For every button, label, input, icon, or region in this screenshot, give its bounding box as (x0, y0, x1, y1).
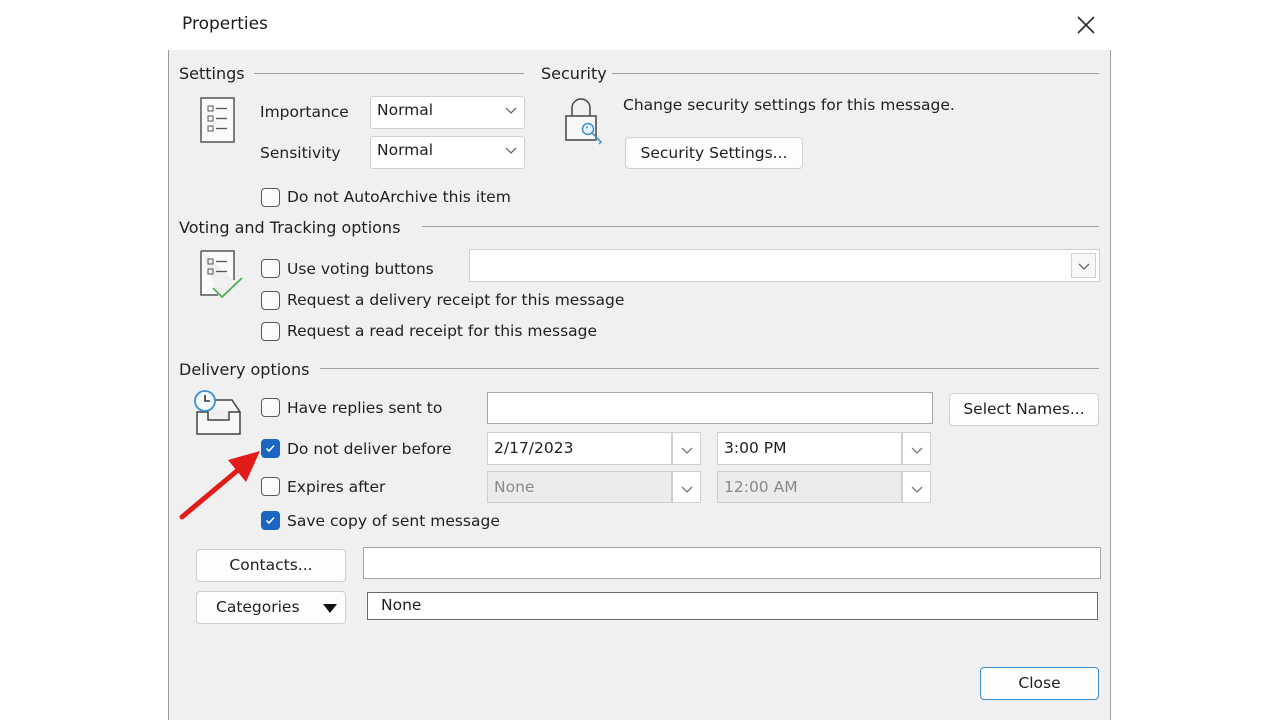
delivery-divider (320, 368, 1099, 369)
settings-divider (254, 73, 524, 74)
delivery-heading: Delivery options (179, 360, 310, 379)
expires-date-input[interactable]: None (487, 471, 672, 503)
use-voting-label: Use voting buttons (287, 260, 434, 278)
security-divider (612, 73, 1099, 74)
importance-label: Importance (260, 103, 349, 121)
voting-divider (422, 226, 1099, 227)
dialog-title: Properties (182, 14, 268, 34)
red-arrow-annotation (176, 448, 266, 527)
expires-label: Expires after (287, 478, 386, 496)
categories-label: Categories (216, 598, 300, 616)
replies-input[interactable] (487, 392, 933, 424)
deliver-before-date-value: 2/17/2023 (494, 439, 574, 457)
replies-label: Have replies sent to (287, 399, 443, 417)
close-button[interactable]: Close (980, 667, 1099, 700)
chevron-down-icon (681, 486, 693, 493)
deliver-before-label: Do not deliver before (287, 440, 452, 458)
expires-time-input[interactable]: 12:00 AM (717, 471, 902, 503)
sensitivity-label: Sensitivity (260, 144, 341, 162)
security-heading: Security (541, 64, 607, 83)
chevron-down-icon (681, 447, 693, 454)
read-receipt-label: Request a read receipt for this message (287, 322, 598, 340)
deliver-before-date-dropdown[interactable] (672, 432, 701, 465)
deliver-before-date-input[interactable]: 2/17/2023 (487, 432, 672, 465)
title-bar (168, 0, 1111, 50)
scheduled-inbox-icon (192, 390, 244, 440)
select-names-button[interactable]: Select Names... (949, 393, 1099, 426)
autoarchive-checkbox[interactable] (261, 188, 280, 207)
save-copy-label: Save copy of sent message (287, 512, 500, 530)
delivery-receipt-checkbox[interactable] (261, 291, 280, 310)
voting-heading: Voting and Tracking options (179, 218, 401, 237)
lock-key-icon (562, 96, 610, 152)
importance-value: Normal (377, 101, 434, 119)
chevron-down-icon (911, 447, 923, 454)
close-icon[interactable] (1072, 11, 1100, 39)
security-description: Change security settings for this messag… (623, 96, 955, 114)
security-settings-button[interactable]: Security Settings... (625, 137, 803, 169)
use-voting-checkbox[interactable] (261, 259, 280, 278)
contacts-input[interactable] (363, 547, 1101, 579)
expires-date-dropdown[interactable] (672, 471, 701, 503)
autoarchive-label: Do not AutoArchive this item (287, 188, 511, 206)
importance-select[interactable]: Normal (370, 96, 525, 129)
voting-checklist-icon (200, 250, 248, 306)
contacts-button[interactable]: Contacts... (196, 549, 346, 582)
chevron-down-icon (505, 147, 517, 154)
settings-list-icon (200, 97, 236, 149)
categories-field[interactable]: None (367, 592, 1098, 620)
chevron-down-icon (911, 486, 923, 493)
deliver-before-time-value: 3:00 PM (724, 439, 787, 457)
replies-checkbox[interactable] (261, 398, 280, 417)
expires-date-value: None (494, 478, 535, 496)
chevron-down-icon (1078, 263, 1090, 270)
categories-value: None (381, 596, 422, 614)
expires-time-value: 12:00 AM (724, 478, 798, 496)
sensitivity-select[interactable]: Normal (370, 136, 525, 169)
delivery-receipt-label: Request a delivery receipt for this mess… (287, 291, 625, 309)
voting-dropdown-button[interactable] (1071, 253, 1096, 278)
voting-options-combobox[interactable] (469, 249, 1100, 282)
settings-heading: Settings (179, 64, 245, 83)
deliver-before-time-dropdown[interactable] (902, 432, 931, 465)
caret-down-icon (323, 604, 337, 613)
sensitivity-value: Normal (377, 141, 434, 159)
deliver-before-time-input[interactable]: 3:00 PM (717, 432, 902, 465)
categories-button[interactable]: Categories (196, 591, 346, 624)
chevron-down-icon (505, 107, 517, 114)
expires-time-dropdown[interactable] (902, 471, 931, 503)
read-receipt-checkbox[interactable] (261, 322, 280, 341)
